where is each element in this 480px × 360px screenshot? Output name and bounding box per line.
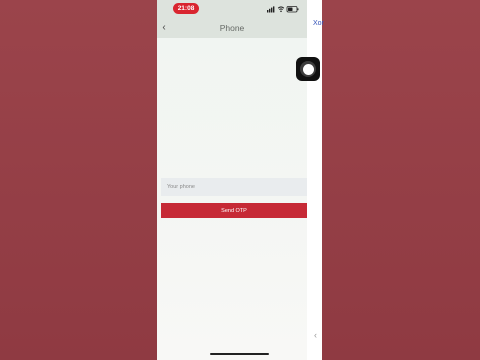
status-icons [267,0,307,18]
background-right [322,0,480,360]
phone-screen: 21:08 Phone ‹ Your phone Send OTP [157,0,307,360]
side-panel-label[interactable]: Xor [313,20,324,27]
content-area [157,38,307,360]
assistive-touch-dot-icon [302,63,314,75]
background-left [0,0,157,360]
status-time[interactable]: 21:08 [173,3,199,14]
chevron-left-icon: ‹ [162,22,166,33]
nav-bar: Phone ‹ [157,18,307,38]
chevron-left-icon[interactable]: ‹ [314,330,317,340]
wifi-icon [277,6,285,13]
side-panel: Xor ‹ [307,0,324,360]
phone-input[interactable] [161,178,307,196]
back-button[interactable]: ‹ [157,18,171,38]
home-indicator[interactable] [210,353,269,355]
page-title: Phone [219,23,245,33]
send-otp-button[interactable]: Send OTP [161,203,307,218]
assistive-touch-button[interactable] [296,57,320,81]
battery-icon [286,6,299,13]
status-bar: 21:08 [157,0,307,18]
signal-icon [267,6,275,13]
